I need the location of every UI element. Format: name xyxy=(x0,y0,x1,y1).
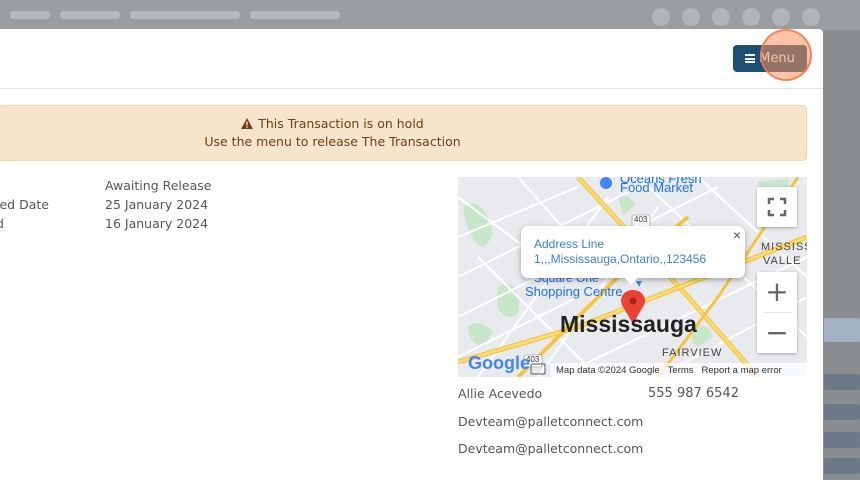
map-attribution: Map data ©2024 Google Terms Report a map… xyxy=(550,363,807,377)
info-window-address: Address Line 1,,,Mississauga,Ontario,,12… xyxy=(534,237,707,266)
fullscreen-icon xyxy=(767,197,787,217)
detail-row-expected-date: ected Date 25 January 2024 xyxy=(0,197,300,215)
detail-label: ected Date xyxy=(0,197,49,212)
background-icons xyxy=(640,8,820,30)
zoom-in-button[interactable]: + xyxy=(757,272,797,312)
menu-button-label: Menu xyxy=(759,51,795,66)
contact-email: Devteam@palletconnect.com xyxy=(458,441,644,456)
background-button xyxy=(824,458,860,474)
info-window-close-icon[interactable]: × xyxy=(733,227,741,243)
transaction-modal: Menu This Transaction is on hold Use the… xyxy=(0,29,823,480)
map-report-link[interactable]: Report a map error xyxy=(702,365,782,376)
detail-value: 25 January 2024 xyxy=(105,197,209,212)
zoom-controls: + − xyxy=(757,272,797,353)
map-district-label: FAIRVIEW xyxy=(662,347,723,359)
map-terms-link[interactable]: Terms xyxy=(668,365,694,376)
background-button xyxy=(824,404,860,420)
background-panel xyxy=(824,318,860,342)
background-button xyxy=(824,432,860,448)
map-info-window: Address Line 1,,,Mississauga,Ontario,,12… xyxy=(521,226,745,285)
fullscreen-button[interactable] xyxy=(757,187,797,227)
map-poi-label: Food Market xyxy=(620,180,693,195)
google-logo: Google xyxy=(468,353,530,373)
on-hold-alert: This Transaction is on hold Use the menu… xyxy=(0,105,807,161)
alert-title: This Transaction is on hold xyxy=(258,116,424,131)
detail-label: d xyxy=(0,216,76,231)
modal-header: Menu xyxy=(0,29,823,89)
contact-phone: 555 987 6542 xyxy=(648,386,739,401)
detail-row-status: Awaiting Release xyxy=(0,178,300,196)
map-area-label: MISSISSA xyxy=(761,241,807,253)
detail-value: Awaiting Release xyxy=(105,178,212,193)
map-city-label: Mississauga xyxy=(560,311,697,337)
map-area-label: VALLE xyxy=(763,255,802,267)
contact-name: Allie Acevedo xyxy=(458,386,543,401)
alert-message: Use the menu to release The Transaction xyxy=(204,134,461,149)
zoom-out-button[interactable]: − xyxy=(757,313,797,353)
map-poi-label: Shopping Centre xyxy=(525,284,623,299)
hamburger-icon xyxy=(745,54,756,63)
map-data-text: Map data ©2024 Google xyxy=(556,364,660,376)
background-topbar xyxy=(0,0,860,30)
map-highway-label: 403 xyxy=(634,215,648,224)
detail-value: 16 January 2024 xyxy=(105,216,209,231)
menu-button[interactable]: Menu xyxy=(733,45,807,72)
warning-icon xyxy=(241,118,254,129)
detail-row-created-date: d 16 January 2024 xyxy=(0,216,300,234)
location-map[interactable]: Oceans Fresh Food Market Shopping Centre… xyxy=(458,177,807,377)
background-breadcrumb xyxy=(10,11,410,19)
contact-email: Devteam@palletconnect.com xyxy=(458,414,644,429)
background-button xyxy=(824,374,860,390)
